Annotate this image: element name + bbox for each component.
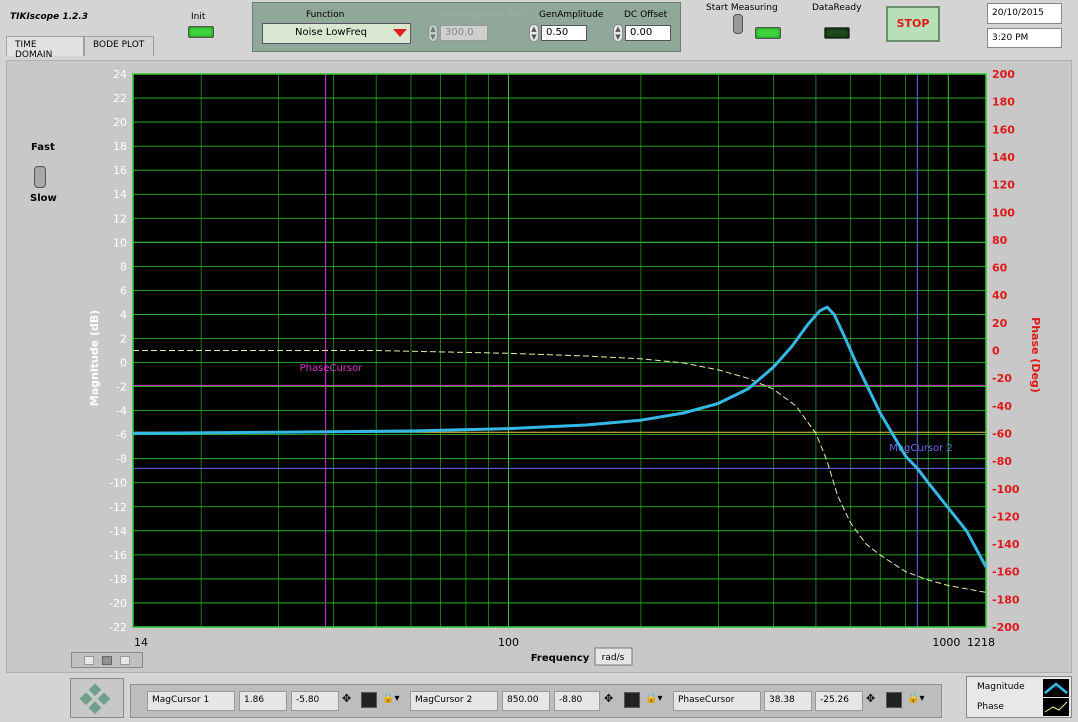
y-axis-label: Magnitude (dB) <box>88 310 101 406</box>
y2-tick-label: 100 <box>992 206 1015 219</box>
legend-swatch-phase <box>1043 698 1069 716</box>
legend-swatch-magnitude <box>1043 679 1069 697</box>
y-tick-label: -8 <box>116 453 127 466</box>
y-tick-label: 16 <box>113 164 127 177</box>
lock-icon[interactable]: 🔒▾ <box>645 693 662 704</box>
y2-tick-label: 40 <box>992 289 1008 302</box>
y2-tick-label: 80 <box>992 234 1008 247</box>
y-tick-label: -12 <box>109 501 127 514</box>
y-tick-label: 2 <box>120 332 127 345</box>
cursor-style-icon[interactable] <box>624 692 640 708</box>
cursor-x-value: 38.38 <box>764 691 812 711</box>
y-tick-label: -2 <box>116 381 127 394</box>
x-tick-label: 1218 <box>967 636 995 649</box>
y-tick-label: 14 <box>113 188 127 201</box>
y-tick-label: -10 <box>109 477 127 490</box>
cursor-tool-icon[interactable] <box>84 656 94 665</box>
pan-tool-icon[interactable] <box>120 656 130 665</box>
cursor-name[interactable]: MagCursor 1 <box>147 691 235 711</box>
lock-icon[interactable]: 🔒▾ <box>907 693 924 704</box>
x-axis: 14 100 1000 1218 <box>134 636 995 649</box>
move-cursor-icon[interactable]: ✥ <box>604 692 613 705</box>
y2-tick-label: 20 <box>992 317 1008 330</box>
x-unit-label: rad/s <box>602 653 625 663</box>
y2-tick-label: -180 <box>992 593 1020 606</box>
y2-tick-label: -160 <box>992 566 1020 579</box>
y2-tick-label: -80 <box>992 455 1012 468</box>
cursor-y-value: -8.80 <box>554 691 600 711</box>
y-tick-label: 8 <box>120 260 127 273</box>
y-tick-label: -4 <box>116 405 127 418</box>
y-tick-label: 6 <box>120 284 127 297</box>
y-tick-label: 4 <box>120 308 127 321</box>
y-tick-label: 10 <box>113 236 127 249</box>
move-cursor-icon[interactable]: ✥ <box>342 692 351 705</box>
lock-icon[interactable]: 🔒▾ <box>382 693 399 704</box>
y-tick-label: 22 <box>113 92 127 105</box>
y2-tick-label: -140 <box>992 538 1020 551</box>
cursor-name[interactable]: MagCursor 2 <box>410 691 498 711</box>
y2-tick-label: -60 <box>992 427 1012 440</box>
legend-label-magnitude: Magnitude <box>977 682 1025 692</box>
y2-tick-label: -20 <box>992 372 1012 385</box>
cursor-x-value: 850.00 <box>502 691 550 711</box>
y2-tick-label: 60 <box>992 262 1008 275</box>
y2-tick-label: 160 <box>992 123 1015 136</box>
y-tick-label: 12 <box>113 212 127 225</box>
x-axis-label: Frequency <box>531 653 590 664</box>
right-axis: 200180160140120100806040200-20-40-60-80-… <box>992 68 1020 634</box>
cursor-x-value: 1.86 <box>239 691 287 711</box>
cursor-style-icon[interactable] <box>361 692 377 708</box>
y2-tick-label: -200 <box>992 621 1020 634</box>
diamond-icon <box>79 683 111 715</box>
cursor-y-value: -5.80 <box>291 691 339 711</box>
cursor-style-icon[interactable] <box>886 692 902 708</box>
legend-label-phase: Phase <box>977 702 1004 712</box>
zoom-tool-icon[interactable] <box>102 656 112 665</box>
y-tick-label: -22 <box>109 621 127 634</box>
y-tick-label: 24 <box>113 68 127 81</box>
cursor-y-value: -25.26 <box>815 691 863 711</box>
y2-tick-label: 140 <box>992 151 1015 164</box>
plot-legend[interactable]: Magnitude Phase <box>966 676 1072 718</box>
y-tick-label: -14 <box>109 525 127 538</box>
y-tick-label: 18 <box>113 140 127 153</box>
bode-chart[interactable]: PhaseCursorMagCursor 2 24222018161412108… <box>0 0 1078 722</box>
y2-axis-label: Phase (Deg) <box>1029 317 1042 393</box>
x-tick-label: 1000 <box>932 636 960 649</box>
y2-tick-label: -120 <box>992 510 1020 523</box>
cursor-name[interactable]: PhaseCursor <box>673 691 761 711</box>
left-axis: 242220181614121086420-2-4-6-8-10-12-14-1… <box>109 68 127 634</box>
y-tick-label: -6 <box>116 429 127 442</box>
y2-tick-label: 200 <box>992 68 1015 81</box>
phase-cursor-label: PhaseCursor <box>300 363 364 374</box>
x-tick-label: 100 <box>498 636 519 649</box>
move-cursor-icon[interactable]: ✥ <box>866 692 875 705</box>
y-tick-label: 20 <box>113 116 127 129</box>
y-tick-label: -16 <box>109 549 127 562</box>
y2-tick-label: 180 <box>992 96 1015 109</box>
plot-tool-palette[interactable] <box>71 652 143 668</box>
y-tick-label: -18 <box>109 573 127 586</box>
labview-logo <box>70 678 124 718</box>
y-tick-label: 0 <box>120 357 127 370</box>
x-tick-label: 14 <box>134 636 148 649</box>
y2-tick-label: -100 <box>992 483 1020 496</box>
y2-tick-label: 120 <box>992 179 1015 192</box>
y2-tick-label: -40 <box>992 400 1012 413</box>
y-tick-label: -20 <box>109 597 127 610</box>
y2-tick-label: 0 <box>992 345 1000 358</box>
